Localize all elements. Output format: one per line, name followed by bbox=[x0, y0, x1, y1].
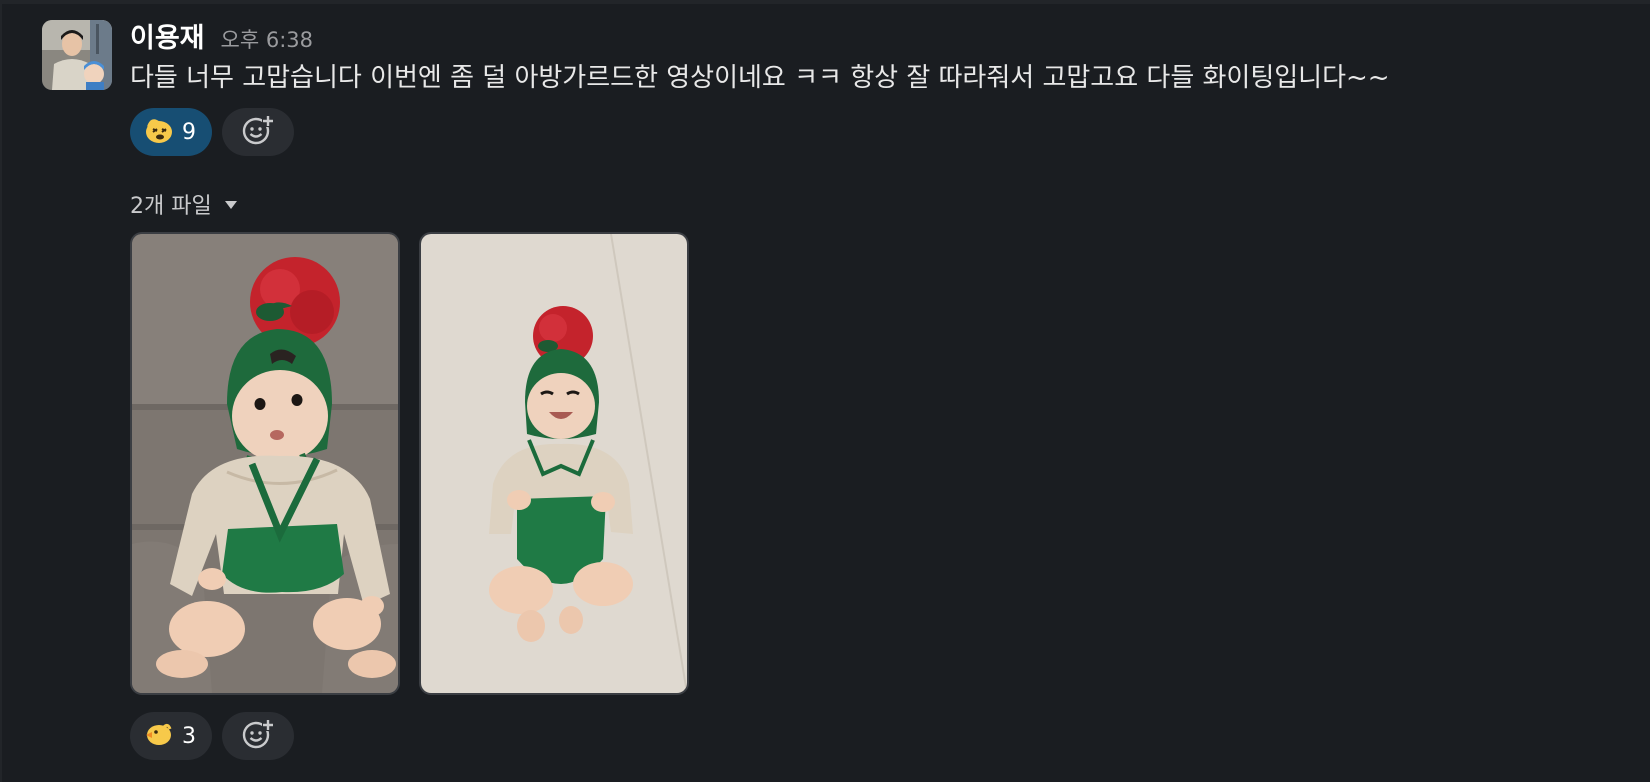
reaction-bar-bottom: 3 bbox=[130, 712, 294, 760]
message-body: 다들 너무 고맙습니다 이번엔 좀 덜 아방가르드한 영상이네요 ㅋㅋ 항상 잘… bbox=[130, 63, 1390, 93]
reaction-count: 3 bbox=[182, 723, 196, 749]
top-divider bbox=[0, 0, 1650, 4]
author-name[interactable]: 이용재 bbox=[130, 16, 205, 55]
add-reaction-button[interactable] bbox=[222, 108, 294, 156]
add-reaction-button[interactable] bbox=[222, 712, 294, 760]
chick-emoji-icon bbox=[144, 719, 174, 753]
add-emoji-icon bbox=[241, 717, 275, 755]
message-timestamp[interactable]: 오후 6:38 bbox=[221, 24, 313, 54]
image-attachment-2[interactable] bbox=[419, 232, 689, 695]
caret-down-icon bbox=[224, 195, 238, 214]
message-header: 이용재 오후 6:38 bbox=[130, 16, 313, 55]
reaction-pill[interactable]: 9 bbox=[130, 108, 212, 156]
dizzy-face-emoji-icon bbox=[144, 115, 174, 149]
add-emoji-icon bbox=[241, 113, 275, 151]
user-avatar[interactable] bbox=[42, 20, 112, 90]
left-divider bbox=[0, 0, 2, 782]
reaction-count: 9 bbox=[182, 119, 196, 145]
image-attachment-1[interactable] bbox=[130, 232, 400, 695]
files-count-label: 2개 파일 bbox=[130, 194, 212, 219]
reaction-bar: 9 bbox=[130, 108, 294, 156]
files-toggle[interactable]: 2개 파일 bbox=[130, 188, 238, 220]
reaction-pill[interactable]: 3 bbox=[130, 712, 212, 760]
